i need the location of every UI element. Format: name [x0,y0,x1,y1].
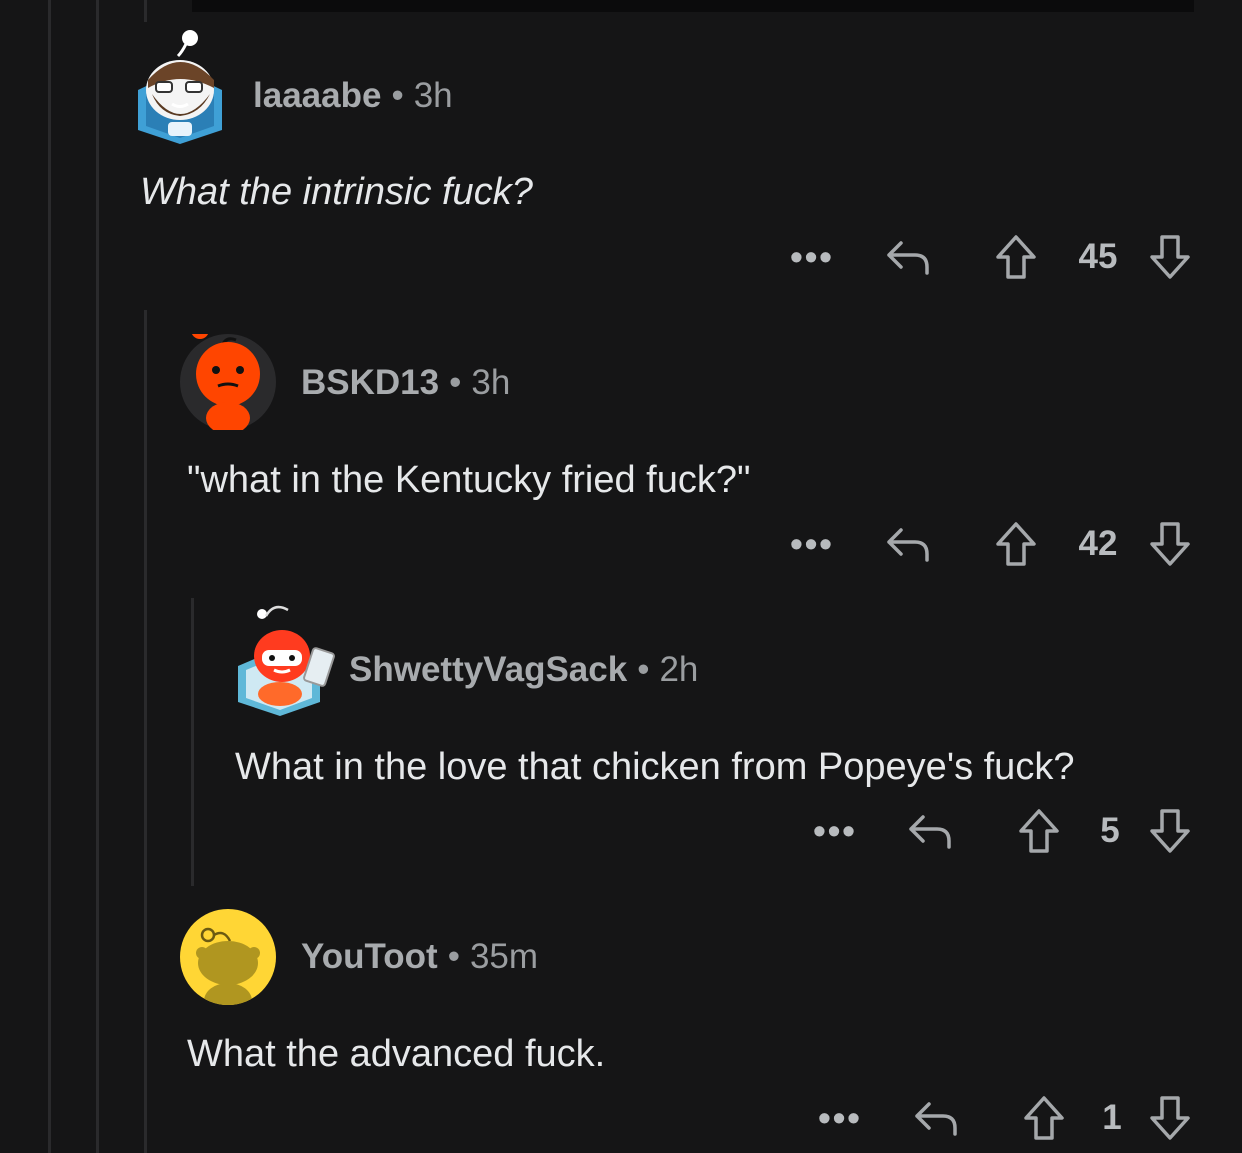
comment-meta: ShwettyVagSack • 2h [349,650,698,690]
meta-separator: • [391,76,404,115]
meta-separator: • [447,937,460,976]
more-button[interactable]: ••• [786,232,838,282]
reply-icon[interactable] [906,806,954,856]
downvote-icon[interactable] [1146,519,1194,569]
comment-actions: ••• 1 [0,1093,1242,1143]
thread-line-3 [144,0,147,22]
thread-line-4 [144,310,147,1153]
timestamp: 35m [469,937,539,976]
previous-content-bar [192,0,1194,12]
comment-meta: laaaabe • 3h [253,76,453,116]
avatar[interactable] [180,334,276,430]
username[interactable]: laaaabe [253,76,381,115]
reply-icon[interactable] [884,232,932,282]
comment-meta: BSKD13 • 3h [301,363,510,403]
comment-body: What the advanced fuck. [187,1033,606,1075]
avatar[interactable] [180,909,276,1005]
more-button[interactable]: ••• [809,806,861,856]
downvote-icon[interactable] [1146,1093,1194,1143]
meta-separator: • [449,363,462,402]
more-button[interactable]: ••• [786,519,838,569]
downvote-icon[interactable] [1146,232,1194,282]
timestamp: 2h [659,650,699,689]
upvote-icon[interactable] [1015,806,1063,856]
reply-icon[interactable] [884,519,932,569]
comment-actions: ••• 5 [0,806,1242,856]
thread-line-1 [48,0,51,1153]
more-button[interactable]: ••• [814,1093,866,1143]
timestamp: 3h [413,76,453,115]
meta-separator: • [637,650,650,689]
username[interactable]: YouToot [301,937,438,976]
avatar[interactable] [134,30,226,148]
username[interactable]: ShwettyVagSack [349,650,627,689]
avatar[interactable] [228,604,336,720]
vote-count: 5 [1100,811,1120,850]
username[interactable]: BSKD13 [301,363,439,402]
comment-meta: YouToot • 35m [301,937,538,977]
upvote-icon[interactable] [992,519,1040,569]
thread-line-2 [96,0,99,1153]
vote-count: 45 [1078,237,1118,276]
comment-body: What the intrinsic fuck? [140,171,533,213]
vote-count: 42 [1078,524,1118,563]
comment-body: "what in the Kentucky fried fuck?" [187,459,751,501]
vote-count: 1 [1102,1098,1122,1137]
timestamp: 3h [471,363,511,402]
reply-icon[interactable] [912,1093,960,1143]
upvote-icon[interactable] [1020,1093,1068,1143]
comment-actions: ••• 42 [0,519,1242,569]
comment-actions: ••• 45 [0,232,1242,282]
comment-body: What in the love that chicken from Popey… [235,746,1075,788]
upvote-icon[interactable] [992,232,1040,282]
downvote-icon[interactable] [1146,806,1194,856]
